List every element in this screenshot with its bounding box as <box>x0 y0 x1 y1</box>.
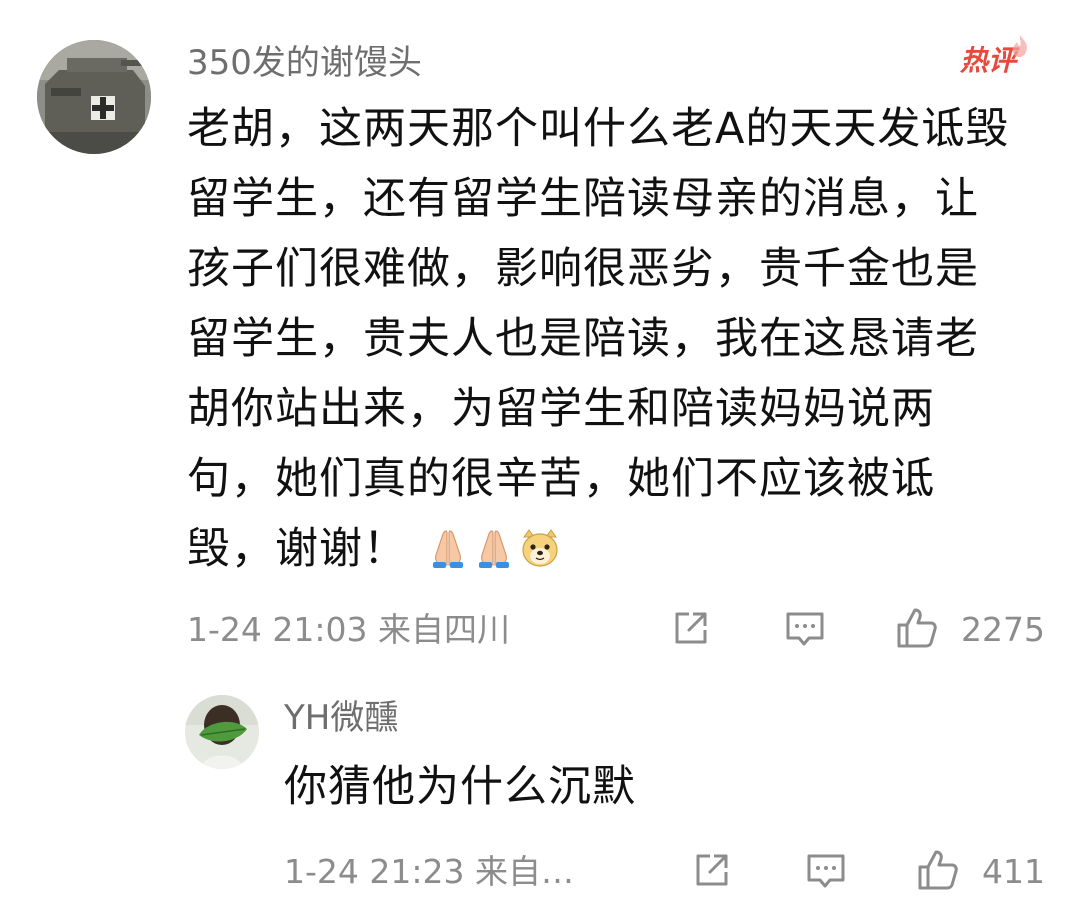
reply-text: 你猜他为什么沉默 <box>284 762 636 812</box>
reply-avatar-image <box>185 695 259 769</box>
thumbs-up-icon[interactable] <box>916 848 960 892</box>
reply-username[interactable]: YH微醺 <box>284 695 398 741</box>
comment-icon[interactable] <box>804 848 848 892</box>
comment-username[interactable]: 350发的谢馒头 <box>187 40 422 86</box>
comment-meta-row: 1-24 21:03 来自四川 2275 <box>187 604 1047 654</box>
doge-emoji-icon <box>522 529 558 567</box>
reply-avatar[interactable] <box>185 695 259 769</box>
share-icon[interactable] <box>690 848 734 892</box>
reply-timestamp: 1-24 21:23 <box>284 852 465 891</box>
hot-badge-label: 热评 <box>960 44 1017 77</box>
avatar-image <box>37 40 151 154</box>
comment-location: 来自四川 <box>378 610 510 649</box>
hot-comment-badge: 热评 <box>960 35 1027 78</box>
reply-meta-row: 1-24 21:23 来自… 411 <box>284 846 1054 896</box>
avatar[interactable] <box>37 40 151 154</box>
comment-timestamp: 1-24 21:03 <box>187 610 368 649</box>
share-icon[interactable] <box>669 606 713 650</box>
comment-body: 老胡，这两天那个叫什么老A的天天发诋毁留学生，还有留学生陪读母亲的消息，让孩子们… <box>187 94 1017 584</box>
flame-icon <box>1012 35 1027 58</box>
like-count: 2275 <box>961 610 1045 649</box>
reply-location: 来自… <box>475 852 574 891</box>
reply-like-count: 411 <box>982 852 1045 891</box>
thumbs-up-icon[interactable] <box>895 606 939 650</box>
comment-meta: 1-24 21:03 来自四川 <box>187 608 510 652</box>
comment-icon[interactable] <box>783 606 827 650</box>
comment-text: 老胡，这两天那个叫什么老A的天天发诋毁留学生，还有留学生陪读母亲的消息，让孩子们… <box>187 104 1010 574</box>
folded-hands-emoji-icon <box>433 530 463 568</box>
reply-meta: 1-24 21:23 来自… <box>284 850 574 894</box>
folded-hands-emoji-icon <box>479 530 509 568</box>
